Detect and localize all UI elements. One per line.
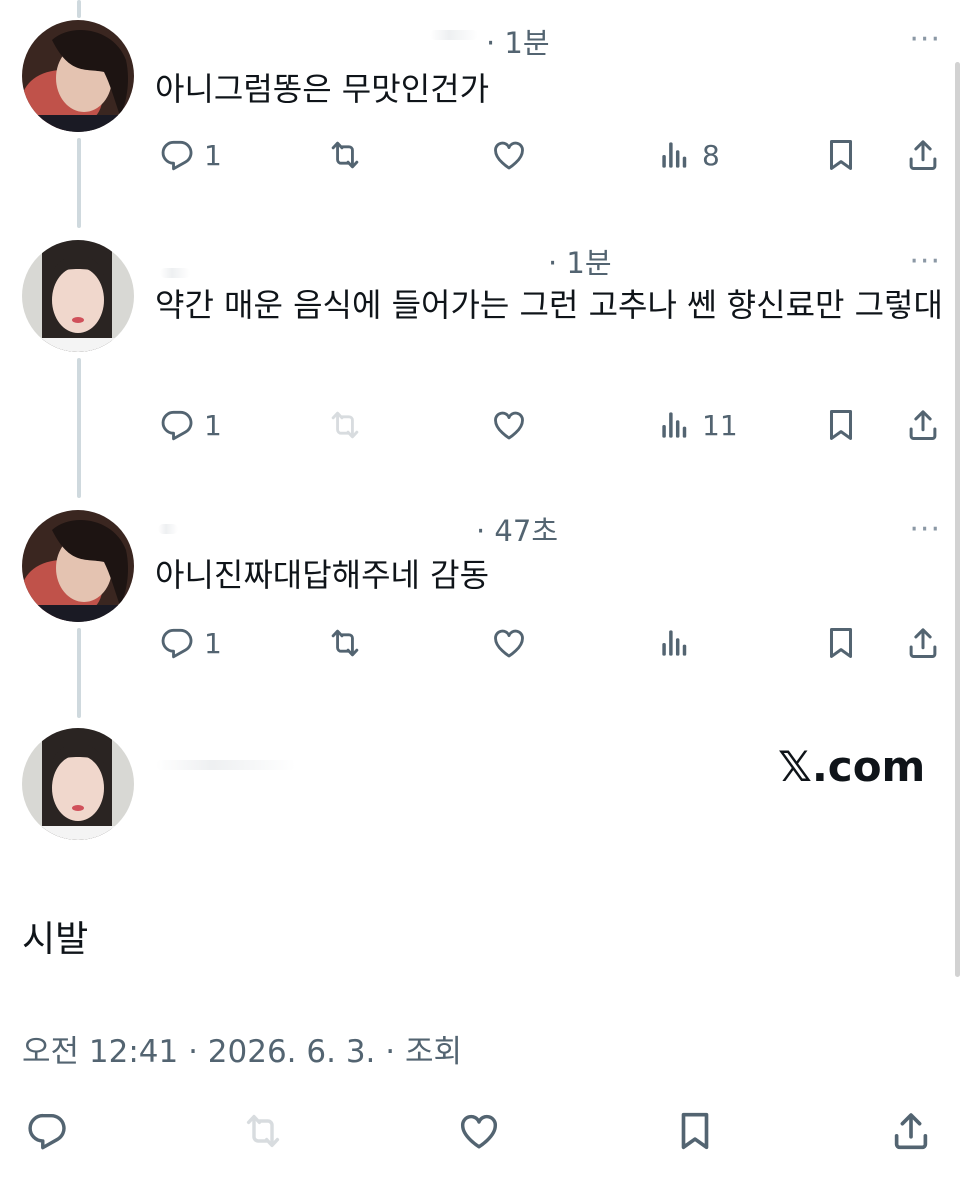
more-icon[interactable]: ··· — [909, 512, 941, 547]
reply-icon — [158, 136, 196, 174]
like-icon — [490, 624, 528, 662]
username-redacted — [160, 268, 190, 278]
share-icon — [904, 624, 942, 662]
reply-count: 1 — [204, 408, 222, 442]
action-bar: 1 8 — [0, 132, 967, 178]
share-icon — [904, 406, 942, 444]
like-button[interactable] — [456, 1108, 502, 1154]
bookmark-icon — [822, 406, 860, 444]
tweet-text: 약간 매운 음식에 들어가는 그런 고추나 쎈 향신료만 그렇대 — [155, 286, 943, 324]
bookmark-icon — [822, 136, 860, 174]
views-count: 8 — [702, 138, 720, 172]
retweet-button[interactable] — [240, 1108, 286, 1154]
reply-button[interactable]: 1 — [158, 620, 222, 666]
bookmark-button[interactable] — [822, 402, 860, 448]
like-icon — [490, 136, 528, 174]
avatar[interactable] — [22, 728, 134, 840]
retweet-icon — [326, 624, 364, 662]
views-icon — [656, 406, 694, 444]
share-icon — [904, 136, 942, 174]
reply-count: 1 — [204, 626, 222, 660]
views-count: 11 — [702, 408, 738, 442]
action-bar: 1 11 — [0, 402, 967, 448]
views-button[interactable]: 8 — [656, 132, 720, 178]
reply-icon — [24, 1108, 70, 1154]
reply-icon — [158, 624, 196, 662]
bookmark-button[interactable] — [822, 132, 860, 178]
retweet-icon — [326, 406, 364, 444]
more-icon[interactable]: ··· — [909, 22, 941, 57]
bookmark-icon — [672, 1108, 718, 1154]
retweet-icon — [326, 136, 364, 174]
reply-icon — [158, 406, 196, 444]
share-button[interactable] — [904, 402, 942, 448]
like-icon — [490, 406, 528, 444]
like-button[interactable] — [490, 132, 528, 178]
retweet-button[interactable] — [326, 402, 364, 448]
retweet-icon — [240, 1108, 286, 1154]
like-button[interactable] — [490, 620, 528, 666]
username-redacted — [430, 30, 478, 40]
reply-tweet[interactable]: · 1분 ··· 아니그럼똥은 무맛인건가 1 8 — [0, 0, 967, 230]
share-icon — [888, 1108, 934, 1154]
avatar[interactable] — [22, 510, 134, 622]
reply-tweet[interactable]: · 1분 ··· 약간 매운 음식에 들어가는 그런 고추나 쎈 향신료만 그렇… — [0, 230, 967, 500]
bookmark-button[interactable] — [822, 620, 860, 666]
share-button[interactable] — [904, 620, 942, 666]
like-icon — [456, 1108, 502, 1154]
views-icon — [656, 624, 694, 662]
reply-button[interactable]: 1 — [158, 132, 222, 178]
action-bar: 1 — [0, 620, 967, 666]
tweet-meta[interactable]: 오전 12:41 · 2026. 6. 3. · 조회 — [22, 1026, 462, 1071]
main-action-bar — [0, 1108, 967, 1158]
timestamp[interactable]: · 47초 — [476, 508, 558, 550]
reply-button[interactable]: 1 — [158, 402, 222, 448]
x-logo-watermark: 𝕏.com — [778, 742, 926, 791]
share-button[interactable] — [904, 132, 942, 178]
retweet-button[interactable] — [326, 132, 364, 178]
tweet-text: 아니진짜대답해주네 감동 — [155, 556, 490, 594]
more-icon[interactable]: ··· — [909, 244, 941, 279]
views-button[interactable] — [656, 620, 694, 666]
share-button[interactable] — [888, 1108, 934, 1154]
reply-button[interactable] — [24, 1108, 70, 1154]
retweet-button[interactable] — [326, 620, 364, 666]
main-tweet-text: 시발 — [22, 919, 89, 960]
avatar[interactable] — [22, 240, 134, 352]
reply-tweet[interactable]: · 47초 ··· 아니진짜대답해주네 감동 1 — [0, 500, 967, 720]
username-redacted — [156, 760, 296, 770]
like-button[interactable] — [490, 402, 528, 448]
views-icon — [656, 136, 694, 174]
timestamp[interactable]: · 1분 — [548, 240, 612, 282]
avatar[interactable] — [22, 20, 134, 132]
bookmark-button[interactable] — [672, 1108, 718, 1154]
bookmark-icon — [822, 624, 860, 662]
reply-count: 1 — [204, 138, 222, 172]
tweet-text: 아니그럼똥은 무맛인건가 — [155, 70, 490, 108]
username-redacted — [158, 524, 178, 534]
views-button[interactable]: 11 — [656, 402, 738, 448]
timestamp[interactable]: · 1분 — [486, 20, 550, 62]
